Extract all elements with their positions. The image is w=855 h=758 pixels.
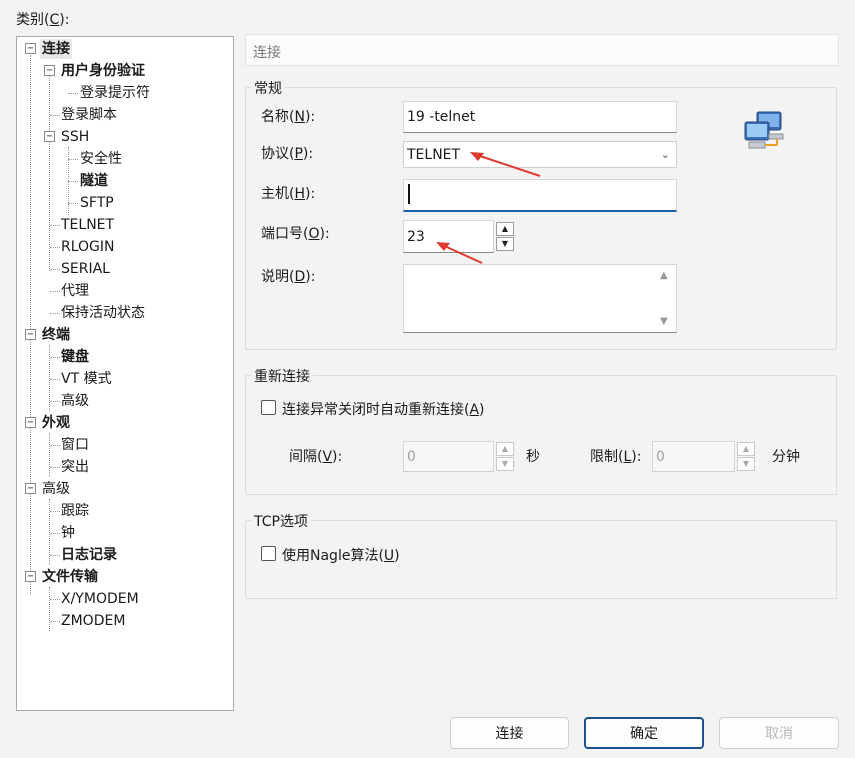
page-header xyxy=(245,34,839,66)
reconnect-group xyxy=(245,375,837,495)
ok-button[interactable]: 确定 xyxy=(584,717,704,749)
category-label: 类别(C): xyxy=(16,12,70,28)
tree-item-sftp[interactable]: SFTP xyxy=(78,193,116,213)
collapse-icon[interactable]: − xyxy=(44,131,55,142)
name-label: 名称(N): xyxy=(261,109,316,125)
port-down-button[interactable]: ▼ xyxy=(496,237,514,251)
tree-item-connection[interactable]: 连接 xyxy=(40,39,72,59)
auto-reconnect-checkbox[interactable] xyxy=(261,400,276,415)
limit-label: 限制(L): xyxy=(590,449,642,465)
tree-item-file-transfer[interactable]: 文件传输 xyxy=(40,567,100,587)
chevron-down-icon: ⌄ xyxy=(660,148,670,161)
annotation-arrow-icon xyxy=(436,242,483,264)
limit-field[interactable]: 0 xyxy=(652,441,735,472)
category-tree[interactable]: − − − − − − − 连接 用户身份验证 登录提示符 登录脚本 SSH 安… xyxy=(16,36,234,711)
reconnect-group-title: 重新连接 xyxy=(251,366,313,386)
collapse-icon[interactable]: − xyxy=(25,329,36,340)
collapse-icon[interactable]: − xyxy=(44,65,55,76)
auto-reconnect-label: 连接异常关闭时自动重新连接(A) xyxy=(282,402,485,418)
host-field[interactable] xyxy=(403,179,677,212)
tree-item-rlogin[interactable]: RLOGIN xyxy=(59,237,117,257)
tree-item-advanced[interactable]: 高级 xyxy=(40,479,72,499)
collapse-icon[interactable]: − xyxy=(25,43,36,54)
scroll-down-icon[interactable]: ▼ xyxy=(660,316,668,327)
tree-item-trace[interactable]: 跟踪 xyxy=(59,501,91,521)
limit-unit: 分钟 xyxy=(772,449,800,465)
port-label: 端口号(O): xyxy=(261,226,330,242)
tcp-group-title: TCP选项 xyxy=(251,511,311,531)
network-computers-icon xyxy=(744,111,784,149)
tree-item-user-auth[interactable]: 用户身份验证 xyxy=(59,61,147,81)
connect-button[interactable]: 连接 xyxy=(450,717,569,749)
nagle-checkbox[interactable] xyxy=(261,546,276,561)
tree-item-keepalive[interactable]: 保持活动状态 xyxy=(59,303,147,323)
tree-item-xymodem[interactable]: X/YMODEM xyxy=(59,589,141,609)
tree-item-highlight[interactable]: 突出 xyxy=(59,457,91,477)
host-label: 主机(H): xyxy=(261,186,316,202)
tree-item-logging[interactable]: 日志记录 xyxy=(59,545,119,565)
description-field[interactable] xyxy=(403,264,677,333)
nagle-label: 使用Nagle算法(U) xyxy=(282,548,400,564)
tree-item-zmodem[interactable]: ZMODEM xyxy=(59,611,127,631)
tree-item-ssh[interactable]: SSH xyxy=(59,127,91,147)
tree-item-proxy[interactable]: 代理 xyxy=(59,281,91,301)
tree-item-vt-mode[interactable]: VT 模式 xyxy=(59,369,114,389)
name-field[interactable]: 19 -telnet xyxy=(403,101,677,133)
description-label: 说明(D): xyxy=(261,269,316,285)
tree-item-terminal-advanced[interactable]: 高级 xyxy=(59,391,91,411)
collapse-icon[interactable]: − xyxy=(25,571,36,582)
general-group-title: 常规 xyxy=(251,78,285,98)
tree-item-tunnel[interactable]: 隧道 xyxy=(78,171,110,191)
protocol-label: 协议(P): xyxy=(261,146,314,162)
tree-item-terminal[interactable]: 终端 xyxy=(40,325,72,345)
tree-item-window[interactable]: 窗口 xyxy=(59,435,91,455)
interval-unit: 秒 xyxy=(526,449,540,465)
collapse-icon[interactable]: − xyxy=(25,417,36,428)
scroll-up-icon[interactable]: ▲ xyxy=(660,270,668,281)
tree-item-telnet[interactable]: TELNET xyxy=(59,215,116,235)
page-title: 连接 xyxy=(253,45,281,61)
tree-item-serial[interactable]: SERIAL xyxy=(59,259,112,279)
interval-down-button[interactable]: ▼ xyxy=(496,457,514,471)
tree-item-login-prompt[interactable]: 登录提示符 xyxy=(78,83,152,103)
tree-item-bell[interactable]: 钟 xyxy=(59,523,77,543)
collapse-icon[interactable]: − xyxy=(25,483,36,494)
interval-field[interactable]: 0 xyxy=(403,441,494,472)
limit-down-button[interactable]: ▼ xyxy=(737,457,755,471)
protocol-value: TELNET xyxy=(407,146,461,163)
cancel-button[interactable]: 取消 xyxy=(719,717,839,749)
text-cursor xyxy=(408,184,410,204)
tree-item-security[interactable]: 安全性 xyxy=(78,149,124,169)
interval-label: 间隔(V): xyxy=(289,449,343,465)
limit-up-button[interactable]: ▲ xyxy=(737,442,755,456)
tree-item-login-script[interactable]: 登录脚本 xyxy=(59,105,119,125)
tree-item-appearance[interactable]: 外观 xyxy=(40,413,72,433)
port-up-button[interactable]: ▲ xyxy=(496,222,514,236)
annotation-arrow-icon xyxy=(470,152,541,177)
tree-item-keyboard[interactable]: 键盘 xyxy=(59,347,91,367)
interval-up-button[interactable]: ▲ xyxy=(496,442,514,456)
